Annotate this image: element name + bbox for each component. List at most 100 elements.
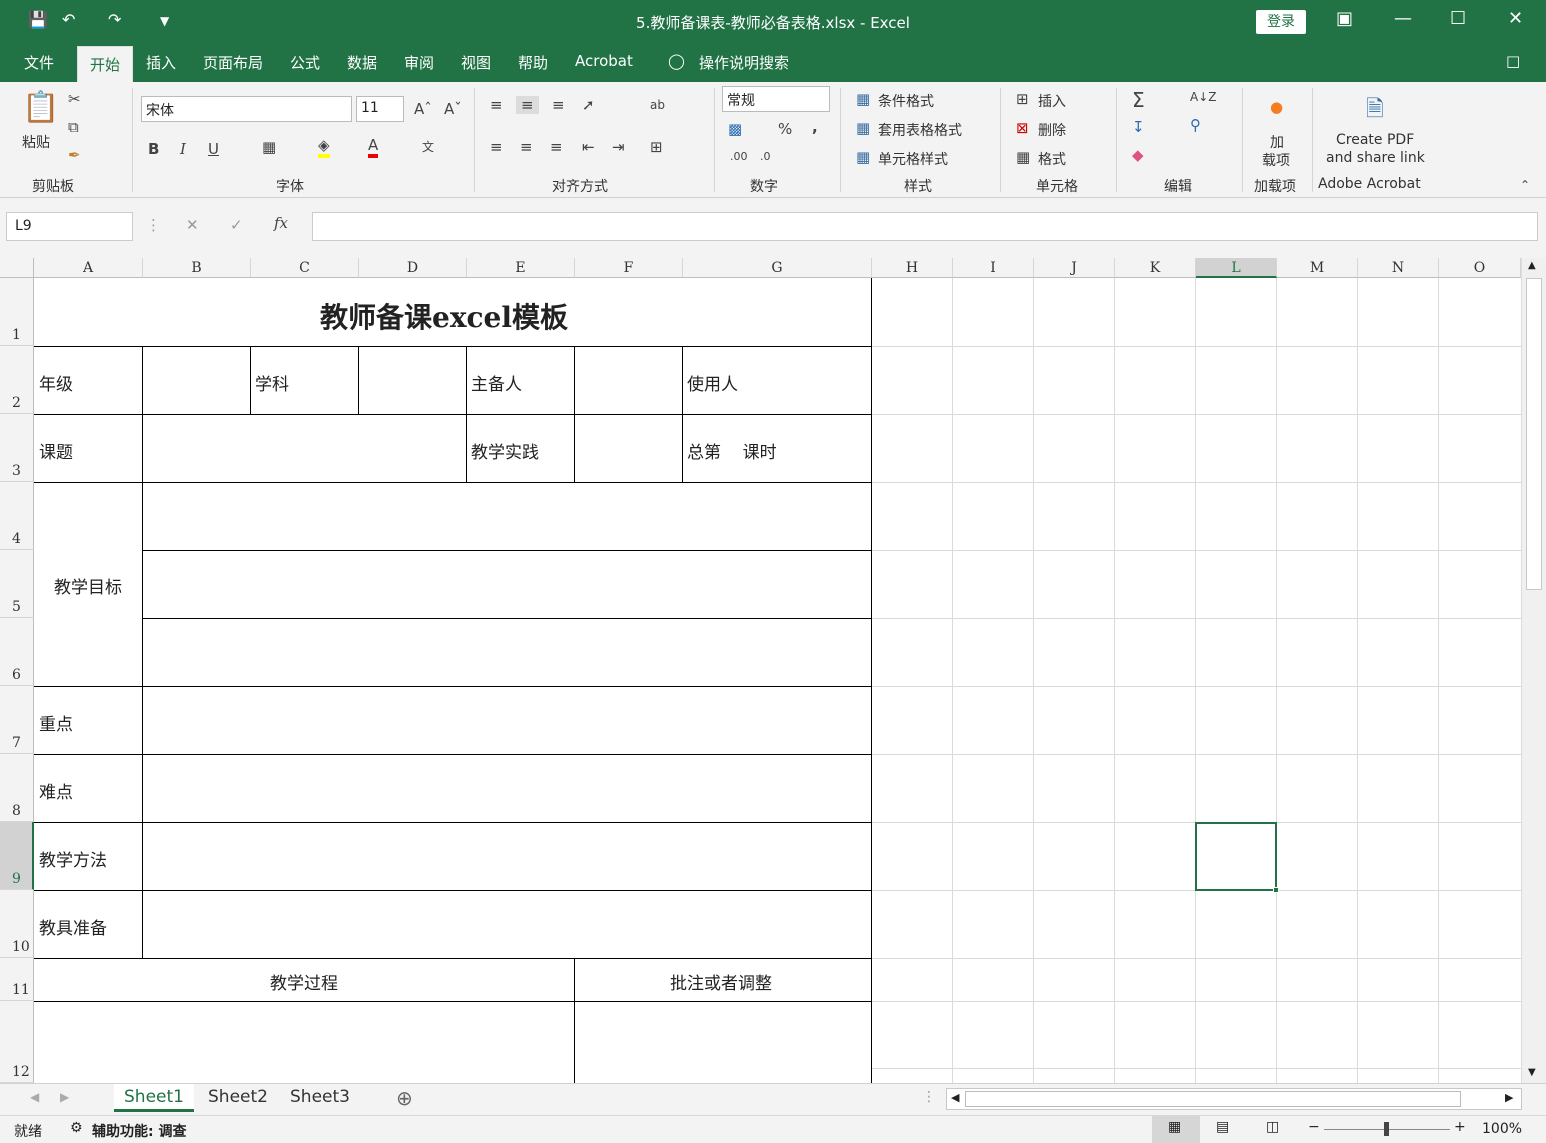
decrease-indent-icon[interactable]: ⇤: [582, 138, 595, 156]
tab-insert[interactable]: 插入: [146, 52, 176, 73]
align-top-icon[interactable]: ≡: [490, 96, 503, 114]
insert-function-icon[interactable]: fx: [274, 214, 288, 232]
tab-data[interactable]: 数据: [347, 52, 377, 73]
create-pdf-label-1[interactable]: Create PDF: [1336, 132, 1414, 148]
find-select-icon[interactable]: ⚲: [1190, 116, 1201, 134]
normal-view-button[interactable]: ▦: [1152, 1116, 1200, 1143]
column-header[interactable]: F: [575, 258, 683, 278]
scroll-up-icon[interactable]: ▲: [1528, 260, 1536, 271]
italic-icon[interactable]: I: [180, 140, 186, 158]
row-header[interactable]: 11: [0, 958, 34, 1001]
format-cells-button[interactable]: 格式: [1038, 149, 1066, 169]
increase-indent-icon[interactable]: ⇥: [612, 138, 625, 156]
tell-me-search[interactable]: 操作说明搜索: [699, 52, 789, 73]
sheet-tab-sheet1[interactable]: Sheet1: [114, 1084, 194, 1112]
paste-icon[interactable]: 📋: [22, 90, 59, 125]
worksheet-grid[interactable]: A B C D E F G H I J K L M N O 1 2 3 4 5 …: [0, 258, 1546, 1083]
font-color-icon[interactable]: A: [368, 136, 379, 158]
tab-formulas[interactable]: 公式: [290, 52, 320, 73]
column-header[interactable]: J: [1034, 258, 1115, 278]
next-sheet-icon[interactable]: ▶: [60, 1090, 69, 1104]
tab-acrobat[interactable]: Acrobat: [575, 52, 633, 70]
scrollbar-thumb[interactable]: [1526, 278, 1542, 590]
column-header[interactable]: H: [872, 258, 953, 278]
row-header[interactable]: 7: [0, 686, 34, 754]
addins-label-1[interactable]: 加: [1270, 132, 1284, 152]
font-size-select[interactable]: 11: [356, 96, 404, 122]
sort-filter-icon[interactable]: A↓Z: [1190, 90, 1216, 104]
clear-icon[interactable]: ◆: [1132, 146, 1144, 164]
column-header[interactable]: G: [683, 258, 872, 278]
insert-cells-button[interactable]: 插入: [1038, 91, 1066, 111]
paste-label[interactable]: 粘贴: [22, 132, 50, 152]
number-format-select[interactable]: 常规: [722, 86, 830, 112]
vertical-scrollbar[interactable]: ▲ ▼: [1521, 258, 1546, 1083]
cancel-entry-icon[interactable]: ✕: [186, 216, 199, 234]
copy-icon[interactable]: ⧉: [68, 118, 79, 136]
page-layout-view-icon[interactable]: ▤: [1216, 1119, 1229, 1135]
underline-icon[interactable]: U: [208, 140, 219, 158]
horizontal-scrollbar[interactable]: ◀ ▶: [946, 1088, 1522, 1110]
percent-icon[interactable]: %: [778, 120, 792, 138]
column-header[interactable]: D: [359, 258, 467, 278]
select-all-corner[interactable]: [0, 258, 34, 278]
tab-help[interactable]: 帮助: [518, 52, 548, 73]
decrease-font-icon[interactable]: Aˇ: [444, 100, 462, 118]
column-header[interactable]: K: [1115, 258, 1196, 278]
row-header[interactable]: 3: [0, 414, 34, 482]
orientation-icon[interactable]: ➚: [582, 96, 595, 114]
merge-center-icon[interactable]: ⊞: [650, 138, 663, 156]
minimize-icon[interactable]: —: [1394, 8, 1412, 29]
format-as-table-button[interactable]: 套用表格格式: [878, 120, 962, 140]
fill-handle[interactable]: [1273, 887, 1279, 893]
scroll-right-icon[interactable]: ▶: [1505, 1091, 1513, 1104]
tab-page-layout[interactable]: 页面布局: [203, 52, 263, 73]
wrap-text-icon[interactable]: ab: [650, 98, 665, 112]
row-header[interactable]: 2: [0, 346, 34, 414]
fill-color-icon[interactable]: ◈: [318, 136, 330, 158]
accounting-format-icon[interactable]: ▩: [728, 120, 742, 138]
maximize-icon[interactable]: ☐: [1450, 8, 1466, 29]
add-sheet-icon[interactable]: ⊕: [396, 1086, 413, 1110]
row-header[interactable]: 6: [0, 618, 34, 686]
zoom-level[interactable]: 100%: [1482, 1121, 1522, 1137]
fill-icon[interactable]: ↧: [1132, 118, 1145, 136]
tab-home[interactable]: 开始: [77, 46, 134, 82]
addins-label-2[interactable]: 载项: [1262, 150, 1290, 170]
align-left-icon[interactable]: ≡: [490, 138, 503, 156]
comments-icon[interactable]: □: [1506, 52, 1520, 70]
zoom-out-icon[interactable]: −: [1308, 1119, 1320, 1135]
zoom-in-icon[interactable]: +: [1454, 1119, 1466, 1135]
addins-icon[interactable]: ●: [1270, 98, 1283, 116]
border-icon[interactable]: ▦: [262, 138, 276, 156]
tab-view[interactable]: 视图: [461, 52, 491, 73]
align-center-icon[interactable]: ≡: [520, 138, 533, 156]
column-header[interactable]: I: [953, 258, 1034, 278]
scroll-down-icon[interactable]: ▼: [1528, 1067, 1536, 1078]
tab-review[interactable]: 审阅: [404, 52, 434, 73]
row-header[interactable]: 1: [0, 278, 34, 346]
column-header[interactable]: N: [1358, 258, 1439, 278]
cell-styles-button[interactable]: 单元格样式: [878, 149, 948, 169]
phonetic-icon[interactable]: 文: [422, 138, 434, 155]
conditional-format-button[interactable]: 条件格式: [878, 91, 934, 111]
sheet-tab-sheet3[interactable]: Sheet3: [280, 1084, 360, 1112]
column-header[interactable]: B: [143, 258, 251, 278]
tab-file[interactable]: 文件: [24, 52, 54, 73]
close-icon[interactable]: ✕: [1508, 8, 1523, 29]
increase-font-icon[interactable]: Aˆ: [414, 100, 432, 118]
active-cell[interactable]: [1195, 822, 1277, 891]
ribbon-display-icon[interactable]: ▣: [1336, 8, 1353, 29]
prev-sheet-icon[interactable]: ◀: [30, 1090, 39, 1104]
create-pdf-label-2[interactable]: and share link: [1326, 150, 1425, 166]
column-header[interactable]: E: [467, 258, 575, 278]
column-header[interactable]: C: [251, 258, 359, 278]
column-header-selected[interactable]: L: [1196, 258, 1277, 278]
zoom-slider-thumb[interactable]: [1384, 1122, 1389, 1136]
row-header-selected[interactable]: 9: [0, 822, 34, 890]
accessibility-status[interactable]: 辅助功能: 调查: [92, 1121, 186, 1141]
page-break-view-icon[interactable]: ◫: [1266, 1119, 1279, 1135]
row-header[interactable]: 8: [0, 754, 34, 822]
align-middle-icon[interactable]: ≡: [516, 96, 539, 114]
collapse-ribbon-icon[interactable]: ⌃: [1520, 178, 1530, 192]
